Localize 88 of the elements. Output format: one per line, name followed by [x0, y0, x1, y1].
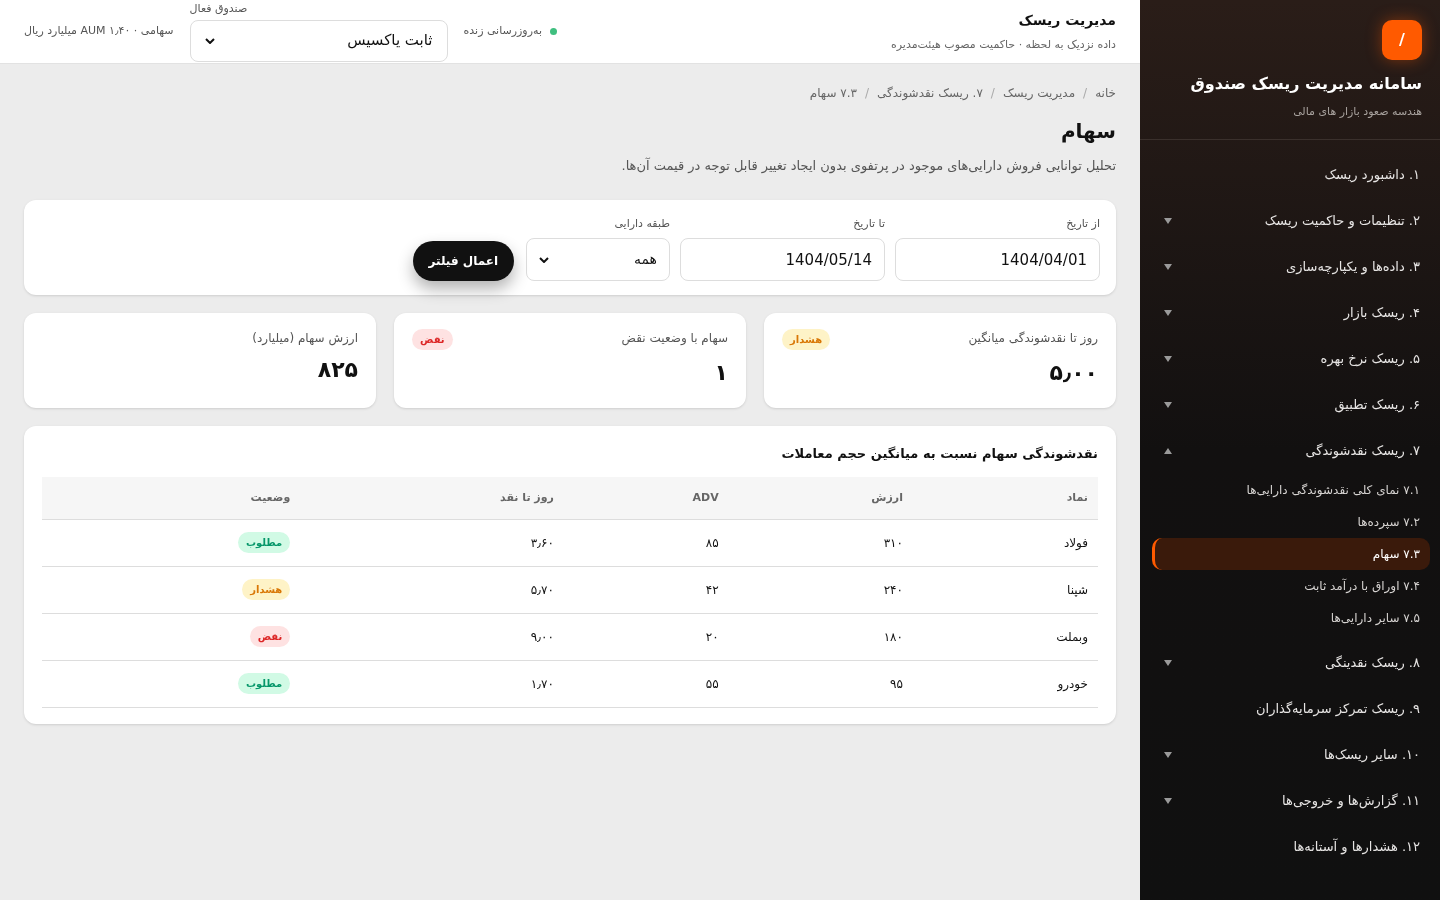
nav-item[interactable]: ۱. داشبورد ریسک — [1160, 151, 1420, 198]
breadcrumb-separator: / — [990, 85, 995, 102]
table-cell: ۱٫۷۰ — [300, 660, 564, 707]
kpi-label: سهام با وضعیت نقض — [621, 329, 728, 347]
table-cell: ۵٫۷۰ — [300, 566, 564, 613]
fund-label: صندوق فعال — [189, 1, 248, 16]
header-subtitle: داده نزدیک به لحظه · حاکمیت مصوب هیئت‌مدیره — [891, 36, 1116, 53]
field-label: از تاریخ — [1065, 215, 1100, 232]
caret-icon — [1164, 355, 1172, 362]
status-badge: هشدار — [242, 579, 291, 600]
status-badge: نقض — [412, 328, 453, 350]
nav-item[interactable]: ۵. ریسک نرخ بهره — [1160, 335, 1420, 382]
table-cell: ۵۵ — [563, 660, 729, 707]
field-label: طبقه دارایی — [613, 215, 670, 232]
table-cell: ۹٫۰۰ — [300, 613, 564, 660]
page-title: سهام — [1059, 118, 1116, 145]
nav-item[interactable]: ۱۰. سایر ریسک‌ها — [1160, 731, 1420, 778]
nav-item[interactable]: ۶. ریسک تطبیق — [1160, 381, 1420, 428]
nav-item[interactable]: ۱۱. گزارش‌ها و خروجی‌ها — [1160, 777, 1420, 824]
table-cell: شپنا — [913, 566, 1098, 613]
nav-item[interactable]: ۴. ریسک بازار — [1160, 289, 1420, 336]
nav-subitem[interactable]: ۷.۴ اوراق با درآمد ثابت — [1152, 569, 1430, 602]
column-header: روز تا نقد — [300, 477, 564, 519]
table-cell: خودرو — [913, 660, 1098, 707]
breadcrumb-link[interactable]: ۷. ریسک نقدشوندگی — [877, 84, 983, 102]
kpi-value: ۸۲۵ — [316, 355, 358, 384]
date-field[interactable]: 1404/05/14 — [680, 238, 885, 281]
aum-label: سهامی · AUM ۱٫۴۰ میلیارد ریال — [24, 23, 174, 40]
breadcrumb-link[interactable]: خانه — [1095, 84, 1116, 102]
table-cell: ۴۲ — [563, 566, 729, 613]
caret-icon — [204, 37, 215, 44]
table-cell: ۸۵ — [563, 519, 729, 566]
logo-icon: / — [1382, 20, 1422, 60]
status-badge: هشدار — [782, 328, 831, 350]
live-status-icon — [549, 28, 557, 35]
breadcrumb-separator: / — [865, 85, 870, 102]
header-title: مدیریت ریسک — [1017, 10, 1116, 31]
live-label: به‌روزرسانی زنده — [463, 23, 542, 40]
caret-icon — [539, 256, 549, 263]
fund-select[interactable]: ثابت یاکسیس — [189, 19, 448, 62]
nav-item[interactable]: ۲. تنظیمات و حاکمیت ریسک — [1160, 197, 1420, 244]
table-cell: وبملت — [913, 613, 1098, 660]
nav-item[interactable]: ۳. داده‌ها و یکپارچه‌سازی — [1160, 243, 1420, 290]
column-header: ADV — [563, 477, 729, 519]
table-cell: ۹۵ — [728, 660, 913, 707]
caret-icon — [1164, 797, 1172, 804]
table-cell: فولاد — [913, 519, 1098, 566]
status-badge: نقض — [249, 626, 291, 647]
column-header: ارزش — [728, 477, 913, 519]
nav-subitem[interactable]: ۷.۳ سهام — [1152, 537, 1430, 570]
caret-icon — [1164, 751, 1172, 758]
table-cell: ۳٫۶۰ — [300, 519, 564, 566]
kpi-value: ۵٫۰۰ — [1048, 358, 1098, 387]
nav-subitem[interactable]: ۷.۱ نمای کلی نقدشوندگی دارایی‌ها — [1152, 473, 1430, 506]
caret-icon — [1164, 263, 1172, 270]
apply-filter-button[interactable]: اعمال فیلتر — [412, 240, 514, 281]
nav-item[interactable]: ۹. ریسک تمرکز سرمایه‌گذاران — [1160, 685, 1420, 732]
nav-subitem[interactable]: ۷.۵ سایر دارایی‌ها — [1152, 601, 1430, 634]
breadcrumb-separator: / — [1083, 85, 1088, 102]
caret-icon — [1164, 447, 1172, 454]
nav-item[interactable]: ۸. ریسک نقدینگی — [1160, 639, 1420, 686]
status-badge: مطلوب — [237, 673, 291, 694]
app-title: سامانه مدیریت ریسک صندوق — [1190, 73, 1422, 95]
table-cell: ۲۴۰ — [728, 566, 913, 613]
nav-subitem[interactable]: ۷.۲ سپرده‌ها — [1152, 505, 1430, 538]
breadcrumb-link[interactable]: مدیریت ریسک — [1002, 84, 1076, 102]
status-badge: مطلوب — [237, 532, 291, 553]
nav-item[interactable]: ۱۲. هشدارها و آستانه‌ها — [1160, 823, 1420, 870]
breadcrumb-link[interactable]: ۷.۳ سهام — [809, 84, 857, 102]
table-cell: ۳۱۰ — [728, 519, 913, 566]
column-header: نماد — [913, 477, 1098, 519]
kpi-label: روز تا نقدشوندگی میانگین — [968, 329, 1098, 347]
table-title: نقدشوندگی سهام نسبت به میانگین حجم معاملات — [780, 444, 1098, 463]
caret-icon — [1164, 217, 1172, 224]
caret-icon — [1164, 401, 1172, 408]
table-cell: ۲۰ — [563, 613, 729, 660]
page-description: تحلیل توانایی فروش دارایی‌های موجود در پرتفوی بدون ایجاد تغییر قابل توجه در قیمت آن‌ها. — [620, 156, 1116, 176]
app-subtitle: هندسه صعود بازار های مالی — [1293, 104, 1422, 120]
kpi-value: ۱ — [713, 358, 728, 387]
table-cell: ۱۸۰ — [728, 613, 913, 660]
asset-class-select[interactable]: همه — [526, 238, 670, 281]
kpi-label: ارزش سهام (میلیارد) — [252, 329, 358, 347]
nav-item[interactable]: ۷. ریسک نقدشوندگی — [1160, 427, 1420, 474]
field-label: تا تاریخ — [852, 215, 885, 232]
date-field[interactable]: 1404/04/01 — [895, 238, 1100, 281]
caret-icon — [1164, 309, 1172, 316]
column-header: وضعیت — [42, 477, 301, 519]
caret-icon — [1164, 659, 1172, 666]
